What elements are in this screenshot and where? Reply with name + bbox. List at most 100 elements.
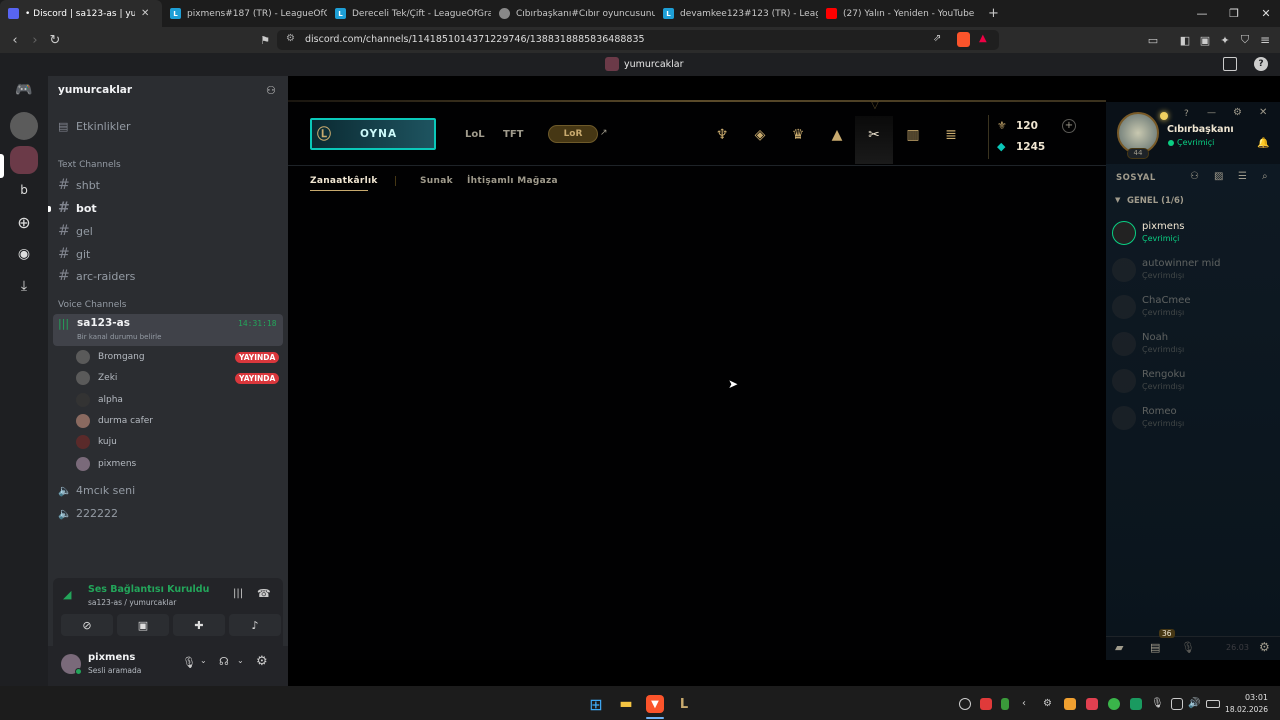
inbox-icon[interactable]	[1223, 57, 1237, 71]
events-item[interactable]: ▤ Etkinlikler	[58, 120, 131, 133]
home-icon[interactable]: ♆	[712, 126, 732, 144]
voice-channel-222222[interactable]: 🔈 222222	[58, 507, 118, 520]
tray-app-icon[interactable]	[1064, 698, 1076, 710]
disconnect-icon[interactable]: ☎	[257, 587, 271, 600]
friend-pixmens[interactable]: pixmens Çevrimiçi	[1112, 219, 1272, 249]
brave-browser-icon[interactable]: ▼	[646, 695, 664, 713]
tray-app-icon[interactable]	[1086, 698, 1098, 710]
windows-start-icon[interactable]: ⊞	[587, 695, 605, 714]
list-icon[interactable]: ☰	[1238, 171, 1247, 182]
channel-bot[interactable]: # bot	[58, 200, 97, 216]
bell-icon[interactable]: 🔔	[1257, 138, 1269, 149]
friend-noah[interactable]: Noah Çevrimdışı	[1112, 330, 1272, 360]
clock-date[interactable]: 18.02.2026	[1224, 705, 1268, 714]
settings-gear-icon[interactable]: ⚙	[1259, 640, 1270, 654]
file-explorer-icon[interactable]: ▬	[617, 695, 635, 713]
settings-gear-icon[interactable]: ⚙	[256, 654, 268, 669]
add-server-icon[interactable]: ⊕	[10, 208, 38, 236]
game-stream[interactable]	[288, 102, 1106, 660]
connection-status[interactable]: Ses Bağlantısı Kuruldu	[88, 584, 209, 595]
reader-icon[interactable]: ▭	[1144, 31, 1162, 49]
tab-crafting[interactable]: Zanaatkârlık	[310, 176, 378, 186]
server-icon-1[interactable]	[10, 112, 38, 140]
add-friend-icon[interactable]: ⚇	[266, 84, 276, 97]
voice-user-zeki[interactable]: Zeki	[76, 369, 117, 387]
camera-off-button[interactable]: ⊘	[61, 614, 113, 636]
chevron-down-icon[interactable]: ⌄	[121, 84, 129, 94]
download-icon[interactable]: ⤓	[10, 272, 38, 300]
channel-arc-raiders[interactable]: # arc-raiders	[58, 268, 135, 284]
voice-user-bromgang[interactable]: Bromgang	[76, 348, 145, 366]
collapse-icon[interactable]: ▼	[1115, 196, 1120, 204]
sidebar-icon[interactable]: ◧	[1176, 31, 1194, 49]
discover-icon[interactable]: ◉	[10, 240, 38, 268]
forward-icon[interactable]: ›	[26, 31, 44, 49]
tab-leagueofgraphs-1[interactable]: L pixmens#187 (TR) - LeagueOfGraphs	[162, 0, 327, 27]
add-rp-icon[interactable]: +	[1062, 119, 1076, 133]
tray-app-icon[interactable]	[980, 698, 992, 710]
network-icon[interactable]	[1171, 698, 1183, 710]
voice-user-alpha[interactable]: alpha	[76, 391, 123, 409]
soundboard-button[interactable]: ♪	[229, 614, 281, 636]
tray-app-icon[interactable]: ⚙	[1043, 698, 1055, 710]
chevron-down-icon[interactable]: ⌄	[237, 656, 244, 665]
help-icon[interactable]: ?	[1184, 109, 1189, 119]
voice-user-pixmens[interactable]: pixmens	[76, 455, 136, 473]
volume-icon[interactable]: 🔊	[1188, 698, 1200, 710]
missions-icon[interactable]: ▤	[1150, 641, 1160, 654]
chevron-down-icon[interactable]: ⌄	[200, 656, 207, 665]
tab-lol[interactable]: LoL	[465, 129, 485, 140]
tray-app-icon[interactable]	[959, 698, 971, 710]
battery-icon[interactable]	[1206, 700, 1220, 708]
brave-shields-icon[interactable]	[957, 32, 970, 47]
profile-crest-icon[interactable]: ♛	[788, 126, 808, 144]
chat-icon[interactable]: ▰	[1115, 641, 1123, 654]
maximize-icon[interactable]: ❐	[1218, 0, 1250, 27]
settings-gear-icon[interactable]: ⚙	[1233, 107, 1242, 118]
voice-user-durma-cafer[interactable]: durma cafer	[76, 412, 153, 430]
friend-autowinner-mid[interactable]: autowinner mid Çevrimdışı	[1112, 256, 1272, 286]
site-info-icon[interactable]: ⚙	[286, 33, 295, 44]
tab-prestige-store[interactable]: İhtişamlı Mağaza	[467, 176, 558, 186]
friend-rengoku[interactable]: Rengoku Çevrimdışı	[1112, 367, 1272, 397]
tray-app-icon[interactable]	[1108, 698, 1120, 710]
friend-chacmee[interactable]: ChaCmee Çevrimdışı	[1112, 293, 1272, 323]
url-field[interactable]: ⚙ discord.com/channels/11418510143712297…	[277, 30, 999, 50]
help-icon[interactable]: ?	[1254, 57, 1268, 71]
vpn-icon[interactable]: ⛉	[1236, 31, 1254, 49]
play-button[interactable]: Ⓛ OYNA	[310, 118, 436, 150]
loot-icon[interactable]: ✂	[864, 126, 884, 144]
menu-icon[interactable]: ≡	[1256, 31, 1274, 49]
tab-youtube[interactable]: (27) Yalın - Yeniden - YouTube	[818, 0, 980, 27]
store-icon[interactable]: ▥	[903, 126, 923, 144]
share-icon[interactable]: ⇗	[933, 33, 941, 44]
tab-tft[interactable]: TFT	[503, 129, 523, 140]
close-icon[interactable]: ✕	[1259, 107, 1267, 118]
clock-time[interactable]: 03:01	[1228, 693, 1268, 702]
collection-icon[interactable]: ▲	[827, 126, 847, 144]
activities-button[interactable]: ✚	[173, 614, 225, 636]
tab-profile[interactable]: Cıbırbaşkanı#Cıbır oyuncusunun Ca	[491, 0, 655, 27]
profile-name[interactable]: Cıbırbaşkanı	[1167, 124, 1234, 135]
friend-group-title[interactable]: GENEL (1/6)	[1127, 196, 1184, 206]
leo-ai-icon[interactable]: ✦	[1216, 31, 1234, 49]
server-icon-b[interactable]: b	[10, 176, 38, 204]
friend-romeo[interactable]: Romeo Çevrimdışı	[1112, 404, 1272, 434]
voice-icon[interactable]: 🎙	[1181, 641, 1195, 654]
voice-category[interactable]: Voice Channels	[58, 300, 126, 310]
tab-leagueofgraphs-3[interactable]: L devamkee123#123 (TR) - LeagueOfG	[655, 0, 818, 27]
noise-suppression-icon[interactable]: |||	[233, 588, 243, 599]
voice-status[interactable]: Bir kanal durumu belirle	[77, 333, 161, 341]
discord-home-icon[interactable]: 🎮	[10, 76, 38, 104]
wallet-icon[interactable]: ▣	[1196, 31, 1214, 49]
league-client-icon[interactable]: L	[675, 695, 693, 713]
tft-icon[interactable]: ◈	[750, 126, 770, 144]
search-icon[interactable]: ⌕	[1262, 171, 1268, 182]
tray-app-icon[interactable]: ‹	[1022, 698, 1034, 710]
reload-icon[interactable]: ↻	[46, 31, 64, 49]
lor-button[interactable]: LoR	[548, 125, 598, 143]
add-friend-icon[interactable]: ⚇	[1190, 171, 1199, 182]
new-tab-button[interactable]: +	[980, 0, 1004, 27]
brave-rewards-icon[interactable]: ▲	[979, 33, 987, 44]
voice-channel-4mcik[interactable]: 🔈 4mcık seni	[58, 484, 135, 497]
